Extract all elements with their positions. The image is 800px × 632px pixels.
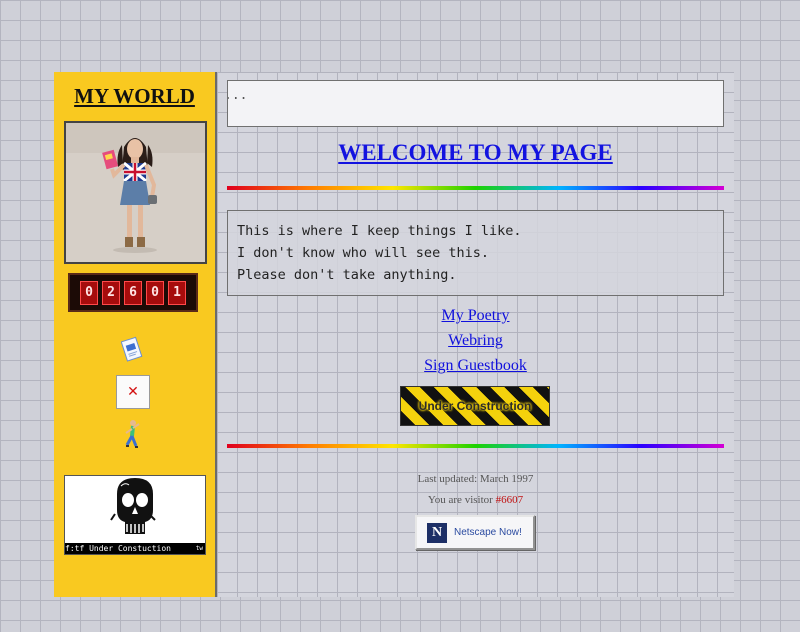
skull-icon [65,476,205,546]
under-construction-banner: f:tf Under Constuction tw [64,475,206,555]
intro-line: This is where I keep things I like. [237,223,522,239]
banner-tag: tw [195,545,203,552]
link-sign-guestbook[interactable]: Sign Guestbook [217,353,734,378]
broken-image-icon: ✕ [116,375,150,409]
counter-digit: 0 [146,280,164,305]
mail-icon[interactable] [120,336,143,362]
visitor-count: #6607 [495,494,524,506]
visitor-line: You are visitor #6607 [217,490,734,511]
footer: Last updated: March 1997 You are visitor… [217,469,734,511]
main-content: ... WELCOME TO MY PAGE This is where I k… [217,72,734,597]
profile-photo [64,121,207,264]
counter-digit: 1 [168,280,186,305]
rainbow-divider [227,186,724,190]
nav-links: My Poetry Webring Sign Guestbook [217,303,734,378]
banner-caption-text: f:tf Under Constuction [65,544,171,553]
netscape-now-badge[interactable]: N Netscape Now! [415,515,535,550]
intro-line: I don't know who will see this. [237,245,489,261]
sidebar: MY WORLD 0 2 6 0 1 ✕ f:tf Under Constuct… [54,72,217,597]
marquee-box: ... [227,80,724,127]
link-webring[interactable]: Webring [217,328,734,353]
last-updated: Last updated: March 1997 [417,473,534,485]
welcome-heading: WELCOME TO MY PAGE [338,140,613,165]
under-construction-sign: Under Construction [400,386,550,426]
counter-digit: 6 [124,280,142,305]
netscape-label: Netscape Now! [454,527,522,538]
intro-line: Please don't take anything. [237,267,457,283]
visitor-prefix: You are visitor [427,494,496,506]
dancing-figure-icon [121,418,143,450]
counter-digit: 2 [102,280,120,305]
site-title: MY WORLD [74,84,195,108]
page-wrapper: MY WORLD 0 2 6 0 1 ✕ f:tf Under Constuct… [54,72,734,597]
construction-label: Under Construction [418,399,532,413]
hit-counter: 0 2 6 0 1 [68,273,198,312]
rainbow-divider [227,444,724,448]
marquee-text: ... [228,88,248,103]
counter-digit: 0 [80,280,98,305]
banner-caption: f:tf Under Constuction tw [65,543,205,554]
netscape-icon: N [427,522,447,543]
intro-text-box: This is where I keep things I like. I do… [227,210,724,296]
link-my-poetry[interactable]: My Poetry [217,303,734,328]
